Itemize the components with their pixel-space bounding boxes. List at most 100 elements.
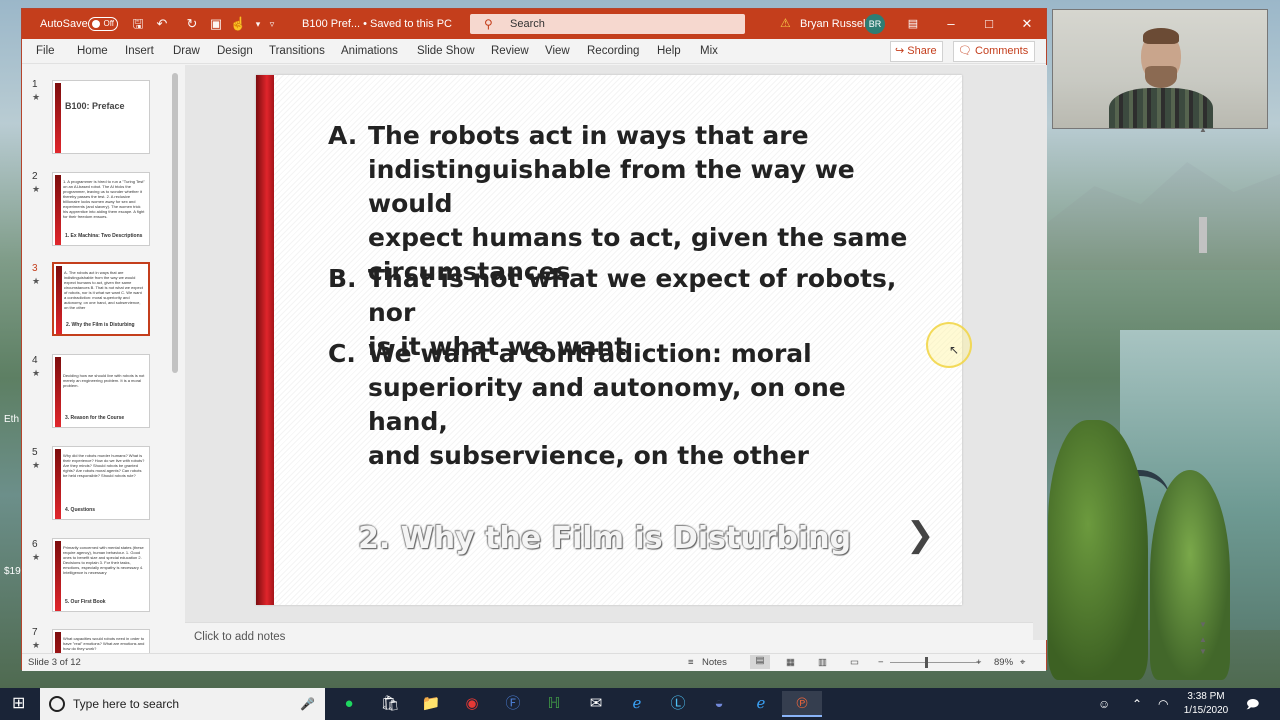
slide-thumbnail-1[interactable]: B100: Preface — [52, 80, 150, 154]
redo-icon[interactable]: ↻ — [184, 16, 200, 32]
slide-thumbnail-7[interactable]: What capacities would robots need in ord… — [52, 629, 150, 655]
zoom-level[interactable]: 89% — [994, 657, 1013, 668]
thumb-footer: 5. Our First Book — [65, 599, 106, 605]
close-button[interactable]: ✕ — [1008, 9, 1046, 39]
windows-start-icon[interactable]: ⊞ — [12, 696, 28, 712]
people-icon[interactable]: ☺ — [1098, 688, 1110, 720]
thumb-number: 3 — [32, 263, 38, 274]
animation-star-icon: ★ — [32, 184, 41, 194]
powerpoint-icon[interactable]: ℗ — [782, 691, 822, 717]
slide-title[interactable]: 2. Why the Film is Disturbing — [358, 521, 851, 556]
recorder-icon[interactable]: ◉ — [452, 691, 492, 717]
notes-toggle-icon[interactable]: ≡ — [688, 657, 694, 668]
thumb-footer: 2. Why the Film is Disturbing — [66, 322, 135, 328]
wallpaper-mountain — [1048, 162, 1280, 270]
save-icon[interactable]: 🖫 — [130, 16, 146, 32]
tab-view[interactable]: View — [545, 39, 570, 64]
slide-show-icon[interactable]: ▭ — [850, 657, 859, 668]
autosave-toggle[interactable]: Off — [88, 17, 118, 31]
lightroom-icon[interactable]: Ⓛ — [658, 691, 698, 717]
edge-icon[interactable]: ℯ — [617, 691, 657, 717]
share-button[interactable]: ↪ Share — [890, 41, 943, 62]
store-icon[interactable]: 🛍 — [370, 691, 410, 717]
thumb-title: B100: Preface — [65, 101, 125, 111]
title-bar: AutoSave Off 🖫 ↶ ↻ ▣ ☝ ▾ ▿ B100 Pref... … — [22, 9, 1046, 39]
bullet-line: superiority and autonomy, on one hand, — [368, 373, 846, 436]
animation-star-icon: ★ — [32, 276, 41, 286]
slide-thumbnail-5[interactable]: Why did the robots murder humans? What i… — [52, 446, 150, 520]
undo-icon[interactable]: ↶ — [154, 16, 170, 32]
mail-icon[interactable]: ✉ — [576, 691, 616, 717]
thumb-red-bar — [55, 449, 61, 519]
tab-slide-show[interactable]: Slide Show — [417, 39, 475, 64]
scrollbar-knob[interactable] — [1199, 217, 1207, 253]
taskbar-search-input[interactable]: Type here to search 🎤 — [40, 688, 325, 720]
normal-view-icon[interactable]: ▤ — [750, 655, 770, 669]
edge-legacy-icon[interactable]: ℯ — [741, 691, 781, 717]
tab-recording[interactable]: Recording — [587, 39, 639, 64]
tab-help[interactable]: Help — [657, 39, 681, 64]
wifi-icon[interactable]: ◠ — [1158, 688, 1168, 720]
slide-canvas[interactable]: A. The robots act in ways that are indis… — [256, 75, 972, 605]
user-name[interactable]: Bryan Russell — [800, 9, 868, 39]
animation-star-icon: ★ — [32, 640, 41, 650]
next-arrow-icon[interactable]: ❯ — [906, 515, 935, 555]
tab-mix[interactable]: Mix — [700, 39, 718, 64]
notes-toggle-button[interactable]: Notes — [702, 657, 727, 668]
minimize-button[interactable]: – — [932, 9, 970, 39]
present-icon[interactable]: ▣ — [208, 16, 224, 32]
slide-thumbnail-pane: 1 ★ B100: Preface 2 ★ 1. A programmer is… — [22, 65, 184, 655]
animation-star-icon: ★ — [32, 460, 41, 470]
zoom-slider-thumb[interactable] — [925, 657, 928, 668]
next-slide-icon[interactable]: ▼ — [1199, 647, 1207, 656]
animation-star-icon: ★ — [32, 92, 41, 102]
scrollbar-knob[interactable] — [172, 73, 178, 373]
customize-toolbar-icon[interactable]: ▿ — [264, 16, 280, 32]
thumb-text: Primarily concerned with mental states (… — [63, 545, 144, 575]
reading-view-icon[interactable]: ▥ — [818, 657, 827, 668]
fit-to-window-icon[interactable]: ⌖ — [1020, 657, 1025, 668]
zoom-in-icon[interactable]: + — [976, 657, 982, 668]
tab-file[interactable]: File — [36, 39, 55, 64]
thumb-footer: 4. Questions — [65, 507, 96, 513]
facebook-icon[interactable]: Ⓕ — [493, 691, 533, 717]
tab-insert[interactable]: Insert — [125, 39, 154, 64]
search-input[interactable]: ⚲ Search — [470, 14, 745, 34]
tab-draw[interactable]: Draw — [173, 39, 200, 64]
scroll-up-icon[interactable]: ▲ — [1199, 125, 1207, 134]
status-bar: Slide 3 of 12 ≡ Notes ▤ ▦ ▥ ▭ − + 89% ⌖ — [22, 653, 1046, 671]
slide-thumbnail-2[interactable]: 1. A programmer is hired to run a "Turin… — [52, 172, 150, 246]
tab-animations[interactable]: Animations — [341, 39, 398, 64]
notes-pane[interactable]: Click to add notes — [185, 622, 1033, 652]
mouse-pointer-icon: ↖ — [949, 343, 960, 357]
spotify-icon[interactable]: ● — [329, 691, 369, 717]
tab-design[interactable]: Design — [217, 39, 253, 64]
slide-sorter-icon[interactable]: ▦ — [786, 657, 795, 668]
avatar[interactable]: BR — [865, 14, 885, 34]
maximize-button[interactable]: □ — [970, 9, 1008, 39]
slide-thumbnail-3[interactable]: A. The robots act in ways that are indis… — [52, 262, 150, 336]
microphone-icon[interactable]: 🎤 — [300, 688, 315, 720]
slide-thumbnail-6[interactable]: Primarily concerned with mental states (… — [52, 538, 150, 612]
slide-scrollbar[interactable]: ▲ ▼ ▲ ▼ — [1196, 123, 1210, 696]
system-clock[interactable]: 3:38 PM 1/15/2020 — [1176, 690, 1236, 718]
discord-icon[interactable]: ◒ — [699, 691, 739, 717]
warning-icon[interactable]: ⚠ — [780, 16, 794, 30]
ribbon-display-options-icon[interactable]: ▤ — [894, 9, 932, 39]
tab-transitions[interactable]: Transitions — [269, 39, 325, 64]
thumbnail-scrollbar[interactable] — [171, 67, 179, 647]
slide-thumbnail-4[interactable]: Deciding how we should live with robots … — [52, 354, 150, 428]
show-hidden-icons-icon[interactable]: ⌃ — [1132, 688, 1142, 720]
comments-button[interactable]: 🗨 Comments — [953, 41, 1035, 62]
scroll-down-icon[interactable]: ▼ — [1199, 620, 1207, 629]
zoom-slider-track[interactable] — [890, 662, 980, 663]
tab-home[interactable]: Home — [77, 39, 108, 64]
tab-review[interactable]: Review — [491, 39, 529, 64]
zoom-out-icon[interactable]: − — [878, 657, 884, 668]
notification-icon[interactable]: 🗩 — [1246, 688, 1259, 720]
app-h-icon[interactable]: ℍ — [534, 691, 574, 717]
file-explorer-icon[interactable]: 📁 — [411, 691, 451, 717]
previous-slide-icon[interactable]: ▲ — [1199, 635, 1207, 644]
touch-mode-icon[interactable]: ☝ — [230, 16, 246, 32]
comment-icon: 🗨 — [958, 45, 972, 57]
